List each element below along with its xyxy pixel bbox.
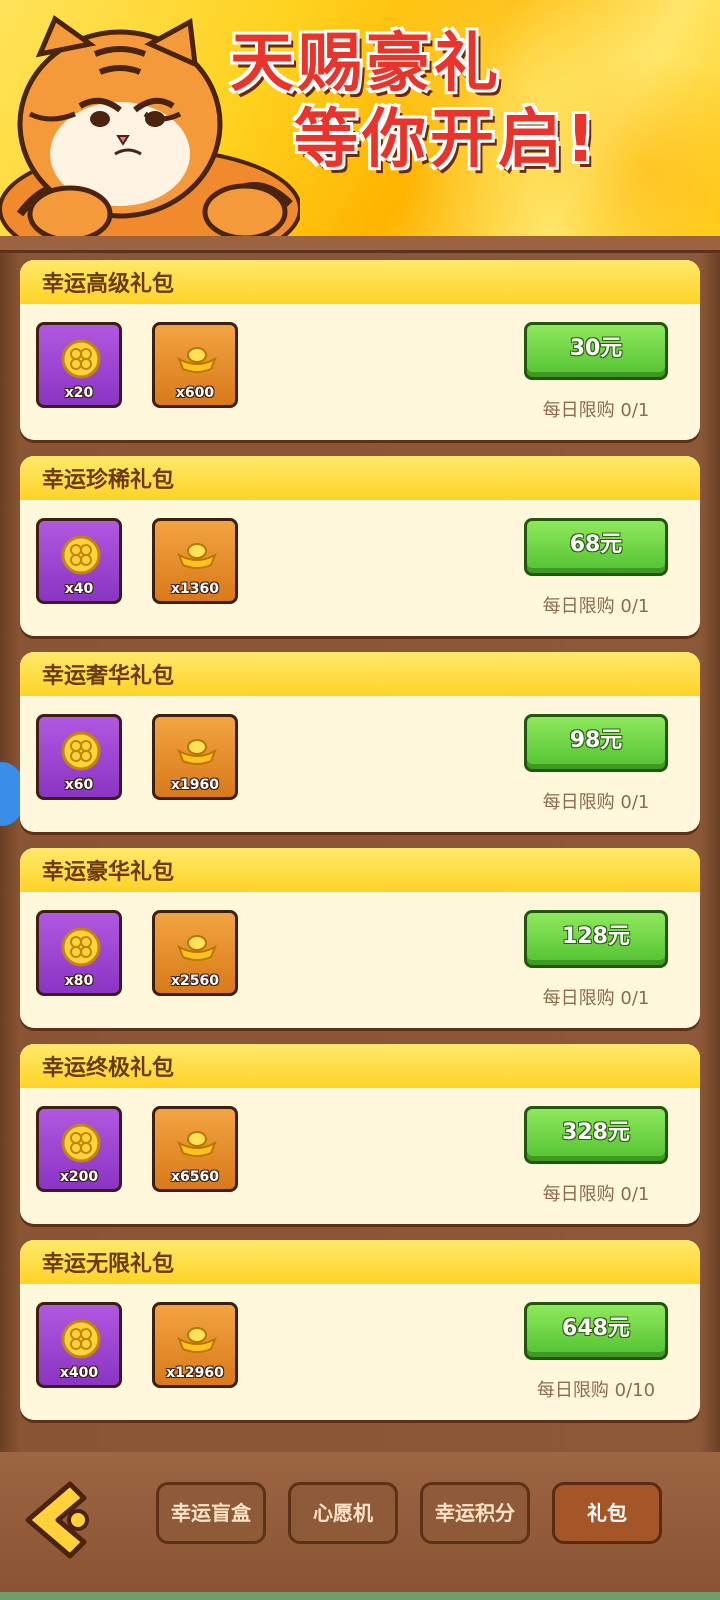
daily-limit: 每日限购 0/1 bbox=[542, 1184, 650, 1205]
price-button[interactable]: 328元 bbox=[524, 1106, 668, 1164]
pack-card: 幸运珍稀礼包 x40 x1360 68元 每日限购 0/1 bbox=[20, 456, 700, 636]
pack-card: 幸运豪华礼包 x80 x2560 128元 每日限购 0/1 bbox=[20, 848, 700, 1028]
gold-ingot-icon bbox=[177, 543, 217, 569]
back-arrow-icon[interactable] bbox=[20, 1478, 94, 1562]
promo-banner: 天赐豪礼 等你开启! bbox=[0, 0, 720, 236]
ingot-qty: x6560 bbox=[171, 1169, 219, 1185]
clover-coin-icon bbox=[61, 535, 101, 575]
ingot-qty: x12960 bbox=[166, 1365, 224, 1381]
clover-coin-item[interactable]: x40 bbox=[36, 518, 122, 604]
price-button[interactable]: 68元 bbox=[524, 518, 668, 576]
gold-ingot-icon bbox=[177, 347, 217, 373]
banner-line-1: 天赐豪礼 bbox=[230, 27, 502, 101]
clover-coin-icon bbox=[61, 339, 101, 379]
daily-limit: 每日限购 0/1 bbox=[542, 596, 650, 617]
clover-qty: x400 bbox=[59, 1365, 99, 1381]
pack-card-header: 幸运奢华礼包 bbox=[20, 652, 700, 696]
clover-qty: x60 bbox=[64, 777, 94, 793]
pack-card-header: 幸运无限礼包 bbox=[20, 1240, 700, 1284]
price-button[interactable]: 30元 bbox=[524, 322, 668, 380]
clover-qty: x20 bbox=[64, 385, 94, 401]
pack-card: 幸运无限礼包 x400 x12960 648元 每日限购 0/10 bbox=[20, 1240, 700, 1420]
pack-card-header: 幸运终极礼包 bbox=[20, 1044, 700, 1088]
gold-ingot-item[interactable]: x1360 bbox=[152, 518, 238, 604]
clover-coin-icon bbox=[61, 1319, 101, 1359]
clover-qty: x80 bbox=[64, 973, 94, 989]
tab-wish-machine[interactable]: 心愿机 bbox=[288, 1482, 398, 1544]
clover-coin-icon bbox=[61, 1123, 101, 1163]
pack-title: 幸运高级礼包 bbox=[42, 272, 175, 297]
gold-ingot-item[interactable]: x6560 bbox=[152, 1106, 238, 1192]
tab-gift-packs[interactable]: 礼包 bbox=[552, 1482, 662, 1544]
gold-ingot-item[interactable]: x600 bbox=[152, 322, 238, 408]
banner-line-2: 等你开启! bbox=[294, 103, 600, 177]
pack-card-header: 幸运珍稀礼包 bbox=[20, 456, 700, 500]
ingot-qty: x1360 bbox=[171, 581, 219, 597]
ingot-qty: x600 bbox=[175, 385, 215, 401]
price-button[interactable]: 648元 bbox=[524, 1302, 668, 1360]
gold-ingot-item[interactable]: x2560 bbox=[152, 910, 238, 996]
pack-card: 幸运奢华礼包 x60 x1960 98元 每日限购 0/1 bbox=[20, 652, 700, 832]
pack-title: 幸运奢华礼包 bbox=[42, 664, 175, 689]
gold-ingot-icon bbox=[177, 739, 217, 765]
daily-limit: 每日限购 0/10 bbox=[536, 1380, 656, 1401]
clover-coin-icon bbox=[61, 927, 101, 967]
clover-qty: x40 bbox=[64, 581, 94, 597]
pack-card: 幸运终极礼包 x200 x6560 328元 每日限购 0/1 bbox=[20, 1044, 700, 1224]
ingot-qty: x1960 bbox=[171, 777, 219, 793]
gold-ingot-item[interactable]: x12960 bbox=[152, 1302, 238, 1388]
pack-card-header: 幸运豪华礼包 bbox=[20, 848, 700, 892]
daily-limit: 每日限购 0/1 bbox=[542, 792, 650, 813]
board-rim bbox=[0, 236, 720, 253]
pack-card-header: 幸运高级礼包 bbox=[20, 260, 700, 304]
clover-coin-item[interactable]: x20 bbox=[36, 322, 122, 408]
clover-coin-icon bbox=[61, 731, 101, 771]
gold-ingot-icon bbox=[177, 1327, 217, 1353]
ingot-qty: x2560 bbox=[171, 973, 219, 989]
tab-lucky-points[interactable]: 幸运积分 bbox=[420, 1482, 530, 1544]
clover-coin-item[interactable]: x60 bbox=[36, 714, 122, 800]
daily-limit: 每日限购 0/1 bbox=[542, 400, 650, 421]
gold-ingot-item[interactable]: x1960 bbox=[152, 714, 238, 800]
price-button[interactable]: 128元 bbox=[524, 910, 668, 968]
pack-title: 幸运珍稀礼包 bbox=[42, 468, 175, 493]
pack-title: 幸运无限礼包 bbox=[42, 1252, 175, 1277]
tab-lucky-box[interactable]: 幸运盲盒 bbox=[156, 1482, 266, 1544]
bottom-strip bbox=[0, 1592, 720, 1600]
pack-title: 幸运豪华礼包 bbox=[42, 860, 175, 885]
clover-coin-item[interactable]: x200 bbox=[36, 1106, 122, 1192]
clover-qty: x200 bbox=[59, 1169, 99, 1185]
banner-title: 天赐豪礼 等你开启! bbox=[230, 26, 710, 178]
clover-coin-item[interactable]: x400 bbox=[36, 1302, 122, 1388]
gold-ingot-icon bbox=[177, 1131, 217, 1157]
pack-title: 幸运终极礼包 bbox=[42, 1056, 175, 1081]
pack-card: 幸运高级礼包 x20 x600 30元 每日限购 0/1 bbox=[20, 260, 700, 440]
clover-coin-item[interactable]: x80 bbox=[36, 910, 122, 996]
daily-limit: 每日限购 0/1 bbox=[542, 988, 650, 1009]
price-button[interactable]: 98元 bbox=[524, 714, 668, 772]
gold-ingot-icon bbox=[177, 935, 217, 961]
